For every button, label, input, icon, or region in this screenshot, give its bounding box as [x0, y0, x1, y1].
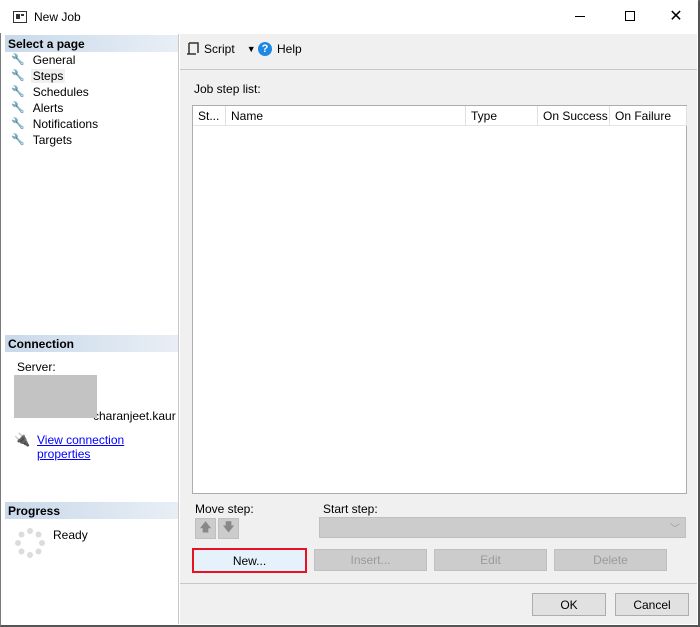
- arrow-up-icon: 🡅: [199, 520, 212, 534]
- job-step-list[interactable]: St... Name Type On Success On Failure: [192, 105, 687, 494]
- page-item-label: Targets: [32, 132, 73, 147]
- progress-status: Ready: [53, 528, 88, 542]
- help-label: Help: [277, 42, 302, 56]
- wrench-icon: 🔧: [11, 54, 25, 66]
- column-header[interactable]: On Failure: [610, 106, 687, 126]
- column-header[interactable]: Name: [226, 106, 466, 126]
- chevron-down-icon: ﹀: [670, 524, 680, 535]
- progress-spinner-icon: [15, 528, 45, 558]
- delete-step-button[interactable]: Delete: [554, 549, 667, 571]
- close-button[interactable]: ✕: [666, 6, 686, 26]
- move-step-label: Move step:: [195, 502, 254, 516]
- page-item-label: Notifications: [32, 116, 99, 131]
- page-item-schedules[interactable]: 🔧 Schedules: [11, 84, 91, 99]
- progress-header: Progress: [5, 502, 178, 519]
- ok-button[interactable]: OK: [532, 593, 606, 616]
- cancel-button[interactable]: Cancel: [615, 593, 689, 616]
- page-item-steps[interactable]: 🔧 Steps: [11, 68, 66, 83]
- edit-step-button[interactable]: Edit: [434, 549, 547, 571]
- script-button[interactable]: Script ▼: [186, 42, 256, 56]
- script-label: Script: [204, 42, 235, 56]
- window-title: New Job: [34, 10, 81, 24]
- start-step-label: Start step:: [323, 502, 378, 516]
- server-label: Server:: [17, 360, 56, 374]
- column-header[interactable]: On Success: [538, 106, 610, 126]
- script-dropdown-icon[interactable]: ▼: [247, 44, 256, 54]
- move-step-down-button[interactable]: 🡇: [218, 518, 239, 539]
- wrench-icon: 🔧: [11, 134, 25, 146]
- user-name: charanjeet.kaur: [93, 409, 176, 423]
- page-item-targets[interactable]: 🔧 Targets: [11, 132, 74, 147]
- wrench-icon: 🔧: [11, 118, 25, 130]
- select-page-header: Select a page: [5, 35, 178, 52]
- help-button[interactable]: ? Help: [258, 42, 302, 56]
- view-connection-properties-link[interactable]: View connection properties: [37, 433, 178, 461]
- help-icon: ?: [258, 42, 272, 56]
- connection-header: Connection: [5, 335, 178, 352]
- wrench-icon: 🔧: [11, 70, 25, 82]
- move-step-up-button[interactable]: 🡅: [195, 518, 216, 539]
- footer-divider: [180, 583, 697, 584]
- maximize-button[interactable]: [620, 8, 640, 24]
- column-header[interactable]: St...: [193, 106, 226, 126]
- page-item-label: Schedules: [32, 84, 89, 99]
- plug-icon: 🔌: [14, 432, 31, 447]
- page-item-label: Steps: [30, 68, 66, 83]
- title-bar: New Job ✕: [0, 0, 698, 33]
- minimize-button[interactable]: [570, 8, 590, 24]
- page-item-alerts[interactable]: 🔧 Alerts: [11, 100, 65, 115]
- start-step-select[interactable]: ﹀: [319, 517, 686, 538]
- left-pane: Select a page 🔧 General 🔧 Steps 🔧 Schedules 🔧 A…: [5, 34, 179, 624]
- window-icon: [13, 11, 27, 23]
- right-pane: Script ▼ ? Help Job step list: St... Name…: [180, 34, 697, 624]
- redacted-server-info: [14, 375, 97, 418]
- page-item-notifications[interactable]: 🔧 Notifications: [11, 116, 100, 131]
- script-icon: [187, 42, 199, 55]
- new-step-button[interactable]: New...: [192, 548, 307, 573]
- wrench-icon: 🔧: [11, 102, 25, 114]
- page-item-label: General: [32, 52, 76, 67]
- page-item-general[interactable]: 🔧 General: [11, 52, 77, 67]
- column-header[interactable]: Type: [466, 106, 538, 126]
- page-item-label: Alerts: [32, 100, 64, 115]
- toolbar-divider: [180, 69, 697, 70]
- arrow-down-icon: 🡇: [222, 520, 235, 534]
- job-step-list-label: Job step list:: [194, 82, 261, 96]
- insert-step-button[interactable]: Insert...: [314, 549, 427, 571]
- wrench-icon: 🔧: [11, 86, 25, 98]
